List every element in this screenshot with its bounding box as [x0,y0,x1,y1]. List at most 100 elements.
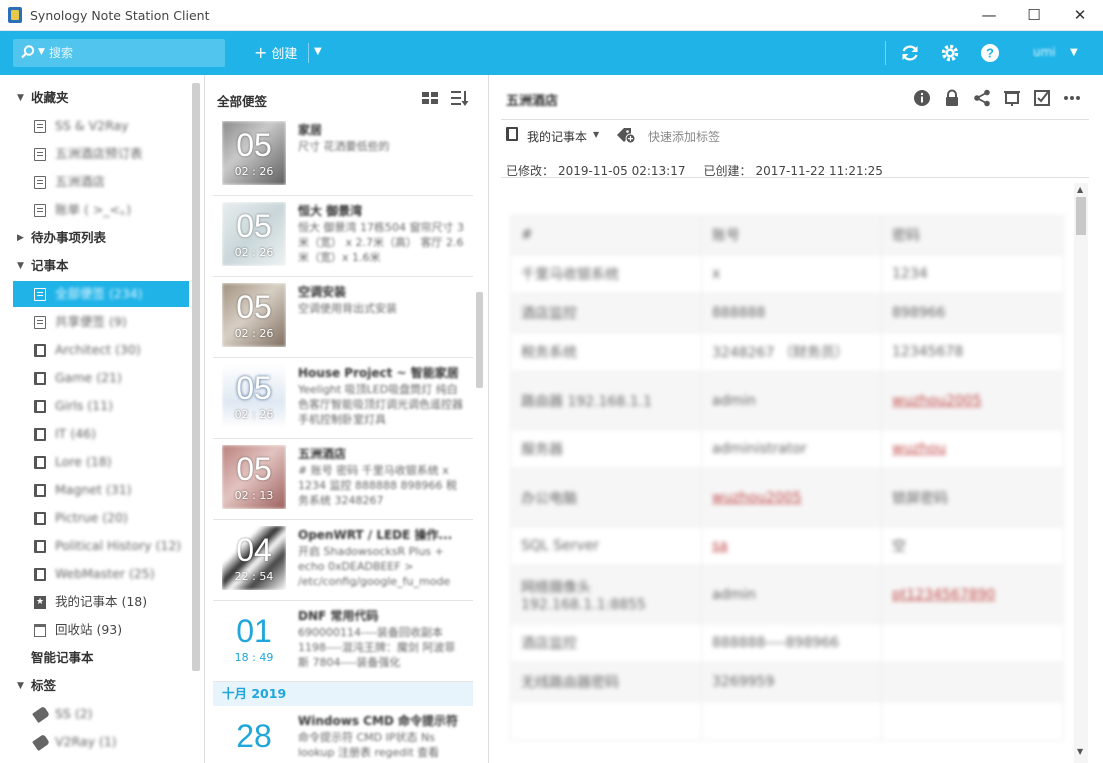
close-button[interactable]: ✕ [1057,0,1103,31]
search-options-caret-icon[interactable]: ▼ [38,47,45,57]
table-cell[interactable]: wuzhou2005 [881,371,1064,430]
table-cell[interactable]: 空 [881,526,1064,566]
table-cell[interactable] [881,701,1064,741]
sidebar-fav-item[interactable]: 账单 ( >_<。) [0,197,190,223]
quick-add-tag-input[interactable]: 快速添加标签 [648,128,720,145]
note-card[interactable]: 05 02 : 26 空调安装 空调使用背出式安装 [213,277,473,358]
share-icon[interactable] [973,89,991,107]
search-input[interactable] [49,43,219,63]
table-cell[interactable]: 办公电脑 [510,468,702,527]
sidebar-item-notebook[interactable]: WebMaster (25) [0,561,190,587]
lock-icon[interactable] [943,89,961,107]
table-cell[interactable]: admin [701,565,882,624]
user-name[interactable]: umi [1033,45,1056,59]
table-cell[interactable]: wuzhou [881,429,1064,469]
note-list-scrollbar[interactable] [476,292,483,388]
sidebar-notebook[interactable]: ▼ 记事本 [0,253,190,279]
note-title-heading[interactable]: 五洲酒店 [506,90,558,109]
grid-view-icon[interactable] [422,92,438,104]
sidebar-favorites[interactable]: ▼ 收藏夹 [0,85,190,111]
sidebar-item-notebook[interactable]: Magnet (31) [0,477,190,503]
note-card[interactable]: 05 02 : 26 恒大 御景湾 恒大 御景湾 17栋504 窗帘尺寸 3米（… [213,196,473,277]
expand-arrow-icon[interactable]: ▼ [17,85,24,111]
table-cell[interactable]: 路由器 192.168.1.1 [510,371,702,430]
scroll-up-arrow-icon[interactable]: ▲ [1077,185,1083,194]
more-icon[interactable] [1063,89,1081,107]
table-cell[interactable]: wuzhou2005 [701,468,882,527]
add-tag-icon[interactable] [616,126,636,144]
table-cell[interactable]: sa [701,526,882,566]
table-cell[interactable] [510,701,702,741]
table-cell[interactable] [881,662,1064,702]
expand-arrow-icon[interactable]: ▼ [17,673,24,699]
sidebar-item-notebook[interactable]: Pictrue (20) [0,505,190,531]
table-cell[interactable]: 888888 [701,293,882,333]
note-card[interactable]: 04 22 : 54 OpenWRT / LEDE 操作... 开启 Shado… [213,520,473,601]
scroll-down-arrow-icon[interactable]: ▼ [1077,747,1083,756]
table-cell[interactable]: # [510,215,702,255]
table-cell[interactable]: 锁屏密码 [881,468,1064,527]
sidebar-smart-notebook[interactable]: 智能记事本 [0,645,190,671]
note-body-table[interactable]: # 账号 密码千里马收银系统 x 1234 酒店监控 888888 898966 税务系统 324… [510,215,1064,741]
search-icon[interactable] [21,45,35,59]
gear-icon[interactable] [939,42,961,64]
checkbox-icon[interactable] [1033,89,1051,107]
note-card[interactable]: 01 18 : 49 DNF 常用代码 690000114----装备回收副本 … [213,601,473,682]
sort-icon[interactable] [451,90,469,106]
sidebar-fav-item[interactable]: 五洲酒店 [0,169,190,195]
note-card[interactable]: 05 02 : 13 五洲酒店 # 账号 密码 千里马收银系统 x 1234 监… [213,439,473,520]
table-cell[interactable]: 3269959 [701,662,882,702]
content-scrollbar-thumb[interactable] [1076,197,1086,235]
table-cell[interactable]: 1234 [881,254,1064,294]
create-dropdown-icon[interactable]: ▼ [314,46,322,57]
expand-arrow-icon[interactable]: ▼ [17,253,24,279]
presentation-icon[interactable] [1003,89,1021,107]
note-card[interactable]: 05 02 : 26 House Project ~ 智能家居 Yeelight… [213,358,473,439]
table-cell[interactable]: 服务器 [510,429,702,469]
minimize-button[interactable]: — [966,0,1012,31]
note-card[interactable]: 05 02 : 26 家居 尺寸 花洒要低些的 [213,115,473,196]
notebook-caret-icon[interactable]: ▼ [593,130,599,139]
sidebar-item-recycle-bin[interactable]: 回收站 (93) [0,617,190,643]
table-cell[interactable]: administrator [701,429,882,469]
collapse-arrow-icon[interactable]: ▶ [17,225,24,251]
table-cell[interactable]: 3248267 （财务员） [701,332,882,372]
table-cell[interactable]: 888888----898966 [701,623,882,663]
sidebar-item-my-notebook[interactable]: ★ 我的记事本 (18) [0,589,190,615]
sidebar-tag-item[interactable]: SS (2) [0,701,190,727]
sidebar-tags[interactable]: ▼ 标签 [0,673,190,699]
sidebar-item-notebook[interactable]: IT (46) [0,421,190,447]
sidebar-item-notebook[interactable]: Girls (11) [0,393,190,419]
table-cell[interactable]: 千里马收银系统 [510,254,702,294]
content-scrollbar[interactable] [1074,183,1088,763]
sidebar-fav-item[interactable]: SS & V2Ray [0,113,190,139]
note-notebook-selector[interactable]: 我的记事本 [527,128,587,145]
table-cell[interactable]: SQL Server [510,526,702,566]
table-cell[interactable] [701,701,882,741]
sidebar-tag-item[interactable]: V2Ray (1) [0,729,190,755]
sidebar-fav-item[interactable]: 五洲酒店预订表 [0,141,190,167]
create-button[interactable]: + 创建 [246,39,305,67]
sidebar-scrollbar[interactable] [192,83,200,671]
table-cell[interactable]: x [701,254,882,294]
table-cell[interactable]: 账号 [701,215,882,255]
table-cell[interactable]: 898966 [881,293,1064,333]
sidebar-item-notebook[interactable]: Lore (18) [0,449,190,475]
sidebar-item-notebook[interactable]: Political History (12) [0,533,190,559]
sidebar-item-all-notes[interactable]: 全部便签 (234) [13,281,189,307]
refresh-icon[interactable] [899,42,921,64]
table-cell[interactable]: 密码 [881,215,1064,255]
note-card[interactable]: 28 Windows CMD 命令提示符 命令提示符 CMD IP状态 Ns l… [213,706,473,763]
sidebar-item-notebook[interactable]: Game (21) [0,365,190,391]
table-cell[interactable]: 酒店监控 [510,623,702,663]
table-cell[interactable]: 税务系统 [510,332,702,372]
table-cell[interactable]: 无线路由器密码 [510,662,702,702]
user-menu-caret-icon[interactable]: ▼ [1070,47,1078,58]
sidebar-item-shared[interactable]: 共享便签 (9) [0,309,190,335]
table-cell[interactable] [881,623,1064,663]
sidebar-item-notebook[interactable]: Architect (30) [0,337,190,363]
table-cell[interactable]: 网络摄像头 192.168.1.1:8855 [510,565,702,624]
table-cell[interactable]: 12345678 [881,332,1064,372]
search-box[interactable]: ▼ [13,39,225,67]
table-cell[interactable]: admin [701,371,882,430]
